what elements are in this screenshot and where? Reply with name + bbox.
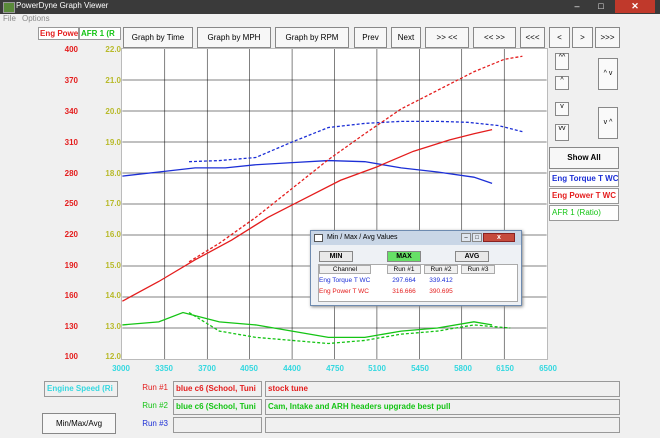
column-header: Run #3 (461, 265, 495, 274)
scroll-up-fast-button[interactable]: ^^ (555, 53, 569, 70)
app-icon (3, 2, 15, 13)
y-right-tick: 15.0 (105, 261, 121, 270)
graph-by-time-button[interactable]: Graph by Time (123, 27, 193, 48)
column-header: Channel (319, 265, 371, 274)
dialog-minimize-button[interactable]: – (461, 233, 471, 242)
avg-button[interactable]: AVG (455, 251, 489, 262)
run-note[interactable] (265, 417, 620, 433)
run-label: Run #1 (142, 383, 168, 392)
y-left-tick: 310 (64, 138, 78, 147)
run-label: Run #2 (142, 401, 168, 410)
min-max-avg-dialog: Min / Max / Avg Values – □ x MIN MAX AVG… (310, 230, 522, 306)
x-tick: 3700 (198, 364, 216, 373)
y-left-tick: 250 (64, 199, 78, 208)
run-label: Run #3 (142, 419, 168, 428)
window-title: PowerDyne Graph Viewer (16, 1, 109, 10)
y-left-tick: 400 (64, 45, 78, 54)
legend-item-power[interactable]: Eng Power T WC (549, 188, 619, 204)
series-line-afr-1-ratio--run1 (122, 311, 493, 338)
run-car[interactable]: blue c6 (School, Tuni (173, 381, 262, 397)
run-note[interactable]: stock tune (265, 381, 620, 397)
column-header: Run #1 (387, 265, 421, 274)
menu-options[interactable]: Options (22, 14, 50, 23)
plot-area[interactable] (121, 48, 548, 360)
row-run1: 316.666 (392, 288, 416, 295)
y-left-tick: 190 (64, 261, 78, 270)
scroll-down-fast-button[interactable]: vv (555, 124, 569, 141)
x-tick: 4050 (240, 364, 258, 373)
column-header: Run #2 (424, 265, 458, 274)
x-channel-select[interactable]: Engine Speed (Ri (44, 381, 118, 397)
menu-bar: File Options (0, 14, 660, 25)
x-tick: 5800 (454, 364, 472, 373)
last-button[interactable]: >>> (595, 27, 620, 48)
y-right-tick: 14.0 (105, 291, 121, 300)
graph-by-mph-button[interactable]: Graph by MPH (197, 27, 271, 48)
y-right-tick: 22.0 (105, 45, 121, 54)
run-note[interactable]: Cam, Intake and ARH headers upgrade best… (265, 399, 620, 415)
x-tick: 3000 (112, 364, 130, 373)
y-left-tick: 160 (64, 291, 78, 300)
show-all-button[interactable]: Show All (549, 147, 619, 169)
minimize-button[interactable]: – (565, 0, 589, 13)
y-right-tick: 19.0 (105, 138, 121, 147)
y-left-tick: 130 (64, 322, 78, 331)
maximize-button[interactable]: □ (589, 0, 613, 13)
y-left-tick: 280 (64, 169, 78, 178)
menu-file[interactable]: File (3, 14, 16, 23)
y-right-tick: 13.0 (105, 322, 121, 331)
y-right-tick: 17.0 (105, 199, 121, 208)
series-line-eng-torque-t-wc-run1 (122, 159, 493, 184)
min-button[interactable]: MIN (319, 251, 353, 262)
back-button[interactable]: < (549, 27, 570, 48)
y-left-tick: 220 (64, 230, 78, 239)
min-max-avg-button[interactable]: Min/Max/Avg (42, 413, 116, 434)
y-left-tick: 370 (64, 76, 78, 85)
x-tick: 6150 (496, 364, 514, 373)
forward-button[interactable]: > (572, 27, 593, 48)
x-tick: 4750 (326, 364, 344, 373)
legend-item-afr[interactable]: AFR 1 (Ratio) (549, 205, 619, 221)
zoom-out-button[interactable]: << >> (473, 27, 516, 48)
legend-item-torque[interactable]: Eng Torque T WC (549, 171, 619, 187)
y-right-tick: 16.0 (105, 230, 121, 239)
graph-by-rpm-button[interactable]: Graph by RPM (275, 27, 349, 48)
scroll-down-button[interactable]: v (555, 102, 569, 116)
run-car[interactable] (173, 417, 262, 433)
x-tick: 5450 (411, 364, 429, 373)
row-run1: 297.664 (392, 277, 416, 284)
zoom-in-button[interactable]: >> << (425, 27, 469, 48)
row-channel: Eng Power T WC (319, 288, 369, 295)
collapse-scale-button[interactable]: v ^ (598, 107, 618, 139)
title-bar: PowerDyne Graph Viewer – □ ✕ (0, 0, 660, 14)
right-axis-channel[interactable]: AFR 1 (R (79, 27, 121, 40)
row-channel: Eng Torque T WC (319, 277, 371, 284)
x-tick: 6500 (539, 364, 557, 373)
x-tick: 3350 (155, 364, 173, 373)
row-run2: 390.695 (429, 288, 453, 295)
y-right-tick: 20.0 (105, 107, 121, 116)
close-button[interactable]: ✕ (615, 0, 655, 13)
next-button[interactable]: Next (391, 27, 421, 48)
x-tick: 4400 (283, 364, 301, 373)
y-left-tick: 340 (64, 107, 78, 116)
first-button[interactable]: <<< (520, 27, 545, 48)
dialog-icon (314, 234, 323, 242)
y-left-tick: 100 (64, 352, 78, 361)
series-line-eng-torque-t-wc-run2 (189, 120, 523, 163)
row-run2: 339.412 (429, 277, 453, 284)
prev-button[interactable]: Prev (354, 27, 387, 48)
x-tick: 5100 (368, 364, 386, 373)
scroll-up-button[interactable]: ^ (555, 76, 569, 90)
dialog-close-button[interactable]: x (483, 233, 515, 242)
run-car[interactable]: blue c6 (School, Tuni (173, 399, 262, 415)
expand-scale-button[interactable]: ^ v (598, 58, 618, 90)
left-axis-channel[interactable]: Eng Powe (38, 27, 79, 40)
dialog-maximize-button[interactable]: □ (472, 233, 482, 242)
max-button[interactable]: MAX (387, 251, 421, 262)
y-right-tick: 12.0 (105, 352, 121, 361)
y-right-tick: 18.0 (105, 169, 121, 178)
y-right-tick: 21.0 (105, 76, 121, 85)
